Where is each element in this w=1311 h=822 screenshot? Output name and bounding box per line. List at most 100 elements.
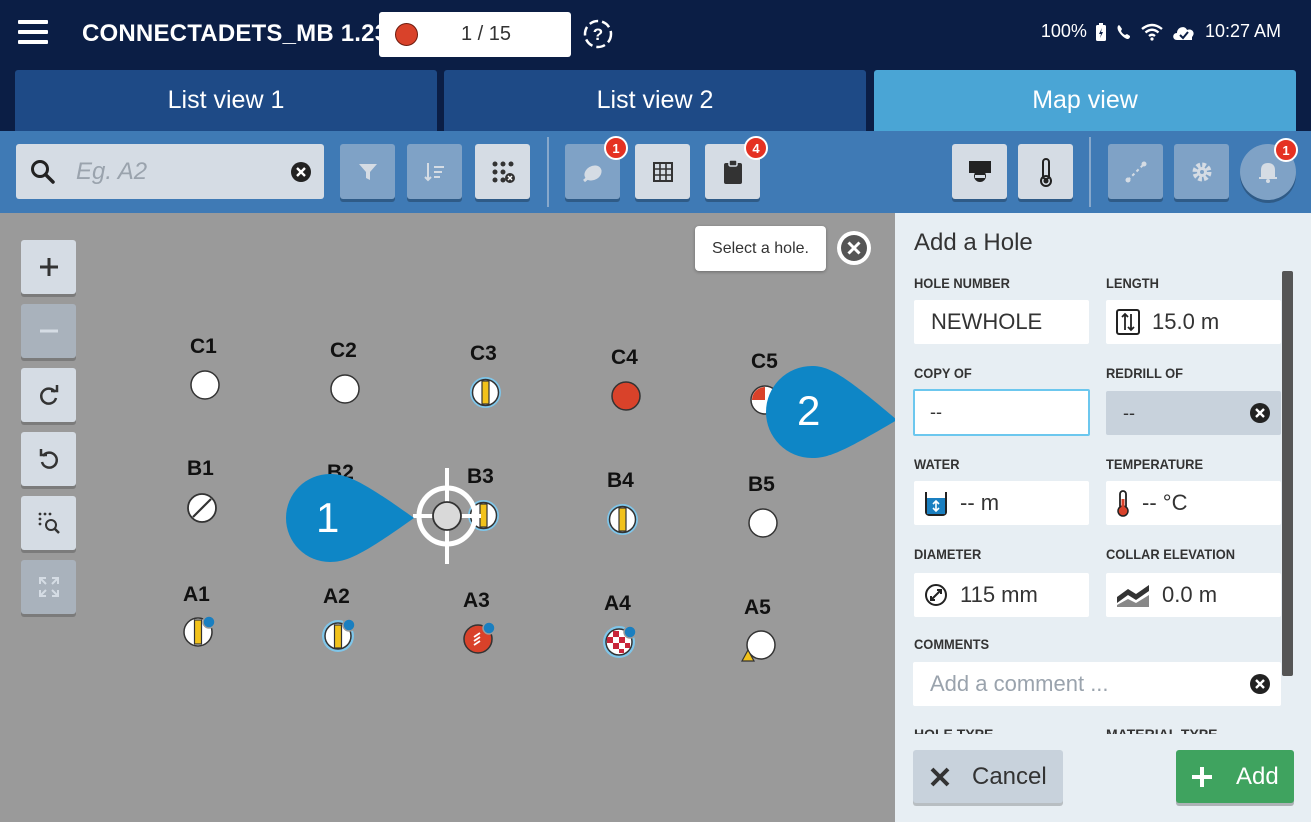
clear-comment-icon[interactable] <box>1249 673 1271 695</box>
callout-marker-2 <box>766 366 897 458</box>
cancel-label: Cancel <box>972 762 1047 790</box>
length-icon <box>1116 309 1140 335</box>
hamburger-menu-icon[interactable] <box>18 20 48 46</box>
temperature-button[interactable] <box>1018 144 1073 199</box>
hole-label-c3: C3 <box>470 342 497 365</box>
hole-label-c4: C4 <box>611 346 638 369</box>
status-bar: CONNECTADETS_MB 1.23 1 / 15 ? 100% 10:27… <box>0 0 1311 68</box>
operator-button[interactable] <box>952 144 1007 199</box>
elevation-icon <box>1117 585 1149 607</box>
search-icon <box>31 160 55 184</box>
panel-scrollbar[interactable] <box>1282 271 1293 676</box>
hole-c4[interactable] <box>611 381 641 411</box>
hole-label-b5: B5 <box>748 473 775 496</box>
plus-icon <box>39 258 58 276</box>
svg-text:?: ? <box>593 25 603 44</box>
comments-field[interactable]: Add a comment ... <box>913 662 1281 706</box>
hole-label-a4: A4 <box>604 592 631 615</box>
table-icon <box>652 161 673 182</box>
crosshair-cursor-icon[interactable] <box>413 468 481 564</box>
counter-text: 1 / 15 <box>461 23 512 45</box>
cloud-sync-icon <box>1173 26 1194 40</box>
cancel-button[interactable]: Cancel <box>913 750 1063 803</box>
hole-type-material-type-labels: HOLE TYPE MATERIAL TYPE <box>914 726 1274 734</box>
hole-c1[interactable] <box>190 370 220 400</box>
grid-view-button[interactable] <box>635 144 690 199</box>
search-input[interactable] <box>76 154 276 190</box>
diameter-icon <box>925 584 947 606</box>
close-tooltip-icon[interactable] <box>836 230 872 266</box>
settings-button[interactable] <box>1174 144 1229 199</box>
hole-b1[interactable] <box>187 493 217 523</box>
length-label: LENGTH <box>1106 275 1159 291</box>
minus-icon <box>39 329 58 333</box>
hole-a1[interactable] <box>183 615 217 649</box>
filter-icon <box>358 163 377 180</box>
temperature-field[interactable]: -- °C <box>1106 481 1281 525</box>
clipboard-icon <box>723 158 742 184</box>
rotate-clockwise-button[interactable] <box>21 368 76 422</box>
rotate-counterclockwise-button[interactable] <box>21 432 76 486</box>
app-title: CONNECTADETS_MB 1.23 <box>82 20 389 47</box>
redrill-of-field[interactable]: -- <box>1106 391 1281 435</box>
zoom-to-selection-button[interactable] <box>21 496 76 550</box>
thermometer-icon <box>1039 157 1052 187</box>
add-hole-panel: Add a Hole HOLE NUMBER NEWHOLE LENGTH 15… <box>895 213 1311 822</box>
panel-footer: Cancel Add <box>895 735 1311 822</box>
tab-list-view-1[interactable]: List view 1 <box>15 70 437 131</box>
search-box <box>16 144 324 199</box>
notes-button[interactable]: 4 <box>705 136 768 199</box>
hole-counter[interactable]: 1 / 15 <box>379 12 571 57</box>
hole-map[interactable]: C1 C2 C3 C4 C5 B1 B2 B3 B4 B5 A1 A2 A3 A… <box>0 213 897 822</box>
tab-list-view-2[interactable]: List view 2 <box>444 70 866 131</box>
zoom-in-button[interactable] <box>21 240 76 294</box>
diameter-field[interactable]: 115 mm <box>914 573 1089 617</box>
hole-a4[interactable] <box>602 623 638 659</box>
hole-c3[interactable] <box>469 376 502 409</box>
bell-icon <box>1259 163 1277 183</box>
water-field[interactable]: -- m <box>914 481 1089 525</box>
hole-number-field[interactable]: NEWHOLE <box>914 300 1089 344</box>
clock: 10:27 AM <box>1204 21 1281 41</box>
water-icon <box>925 492 947 516</box>
copy-of-field[interactable]: -- <box>913 389 1090 436</box>
notifications-button[interactable]: 1 <box>1240 138 1298 200</box>
hole-label-c2: C2 <box>330 339 357 362</box>
hole-a5[interactable] <box>740 628 778 664</box>
collar-elevation-field[interactable]: 0.0 m <box>1106 573 1281 617</box>
hole-type-label: HOLE TYPE <box>914 726 994 734</box>
rotate-left-icon <box>39 449 58 469</box>
hole-number-label: HOLE NUMBER <box>914 275 1010 291</box>
zoom-out-button[interactable] <box>21 304 76 358</box>
tab-map-view[interactable]: Map view <box>874 70 1296 131</box>
phone-icon <box>1117 24 1130 39</box>
temperature-icon <box>1117 490 1129 517</box>
diameter-value: 115 mm <box>960 582 1038 607</box>
hole-b5[interactable] <box>748 508 778 538</box>
hole-c2[interactable] <box>330 374 360 404</box>
fit-to-screen-button[interactable] <box>21 560 76 614</box>
hole-label-a2: A2 <box>323 585 350 608</box>
help-icon[interactable]: ? <box>582 18 614 50</box>
hole-b4[interactable] <box>606 503 639 536</box>
temperature-label: TEMPERATURE <box>1106 456 1204 472</box>
length-field[interactable]: 15.0 m <box>1106 300 1281 344</box>
add-button[interactable]: Add <box>1176 750 1294 803</box>
measure-button[interactable] <box>1108 144 1163 199</box>
filter-button[interactable] <box>340 144 395 199</box>
toolbar: 1 4 1 <box>0 131 1311 213</box>
drill-jobs-button[interactable]: 1 <box>565 136 628 199</box>
add-label: Add <box>1236 762 1279 790</box>
copy-of-value: -- <box>930 402 942 422</box>
clear-search-icon[interactable] <box>290 161 312 183</box>
measure-icon <box>1125 161 1146 182</box>
water-label: WATER <box>914 456 960 472</box>
sort-button[interactable] <box>407 144 462 199</box>
hole-label-b1: B1 <box>187 457 214 480</box>
gear-icon <box>1192 162 1211 181</box>
hole-a3[interactable] <box>463 621 497 655</box>
pattern-button[interactable] <box>475 144 530 199</box>
hole-a2[interactable] <box>321 617 357 653</box>
toolbar-divider-2 <box>1089 137 1091 207</box>
clear-redrill-icon[interactable] <box>1249 402 1271 424</box>
